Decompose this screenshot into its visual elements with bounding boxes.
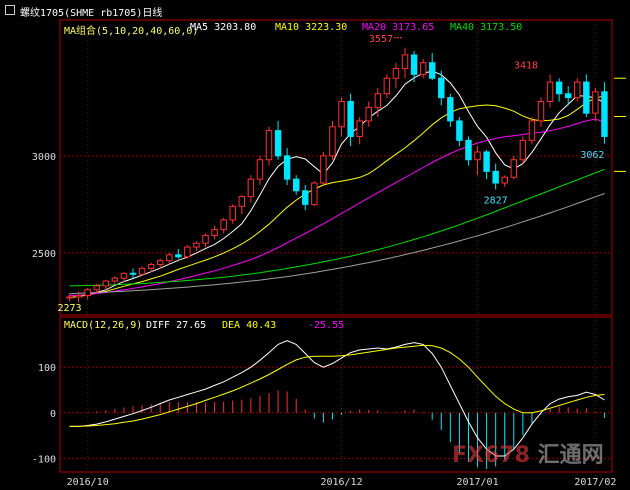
candle-body bbox=[428, 62, 436, 79]
ma20-legend: MA20 3173.65 bbox=[362, 22, 435, 33]
macd-tick-label: -100 bbox=[32, 454, 56, 465]
candle-body bbox=[592, 91, 599, 114]
candle-body bbox=[338, 101, 345, 128]
candle-body bbox=[292, 178, 300, 192]
candle-body bbox=[365, 106, 372, 122]
candle-body bbox=[175, 254, 182, 258]
candle-body bbox=[447, 97, 454, 122]
ma10-legend: MA10 3223.30 bbox=[275, 22, 348, 33]
price-annotation-low: 3062 bbox=[580, 150, 604, 161]
candle-body bbox=[347, 101, 354, 137]
candle-body bbox=[111, 277, 119, 282]
candle-body bbox=[247, 178, 255, 198]
candle-body bbox=[302, 190, 309, 205]
x-tick-label: 2016/12 bbox=[320, 477, 362, 488]
candle-body bbox=[193, 242, 200, 248]
candle-body bbox=[392, 68, 400, 79]
price-annotation-low: 2827 bbox=[484, 195, 508, 206]
ma-line-ma60 bbox=[69, 193, 605, 295]
candle-body bbox=[528, 120, 536, 141]
candle-body bbox=[211, 229, 218, 236]
candle-body bbox=[138, 267, 146, 275]
candle-body bbox=[129, 272, 137, 275]
candle-body bbox=[274, 130, 282, 157]
candle-body bbox=[238, 196, 246, 207]
macd-value-legend: -25.55 bbox=[308, 320, 345, 331]
macd-legend: MACD(12,26,9) bbox=[64, 320, 143, 331]
watermark: FX678 汇通网 bbox=[452, 437, 604, 469]
candle-body bbox=[202, 234, 209, 244]
candle-body bbox=[583, 81, 590, 114]
candle-body bbox=[256, 159, 264, 180]
candle-body bbox=[410, 54, 418, 75]
candle-body bbox=[601, 91, 608, 137]
ma-line-ma5 bbox=[69, 70, 605, 298]
diff-legend: DIFF 27.65 bbox=[146, 320, 207, 331]
price-annotation-high: 3418 bbox=[514, 61, 538, 72]
price-annotation-low: 2273 bbox=[57, 303, 81, 314]
candle-body bbox=[120, 272, 128, 279]
candle-body bbox=[546, 81, 554, 103]
candle-body bbox=[147, 264, 155, 269]
candle-body bbox=[501, 176, 508, 184]
candle-body bbox=[66, 296, 73, 299]
chart-canvas: 2500 3000 -100 0 100 2016/10 2016/12 2017/01 201… bbox=[32, 19, 626, 488]
candle-body bbox=[456, 120, 463, 141]
x-tick-label: 2017/01 bbox=[456, 477, 498, 488]
watermark-sub: 汇通网 bbox=[537, 443, 604, 468]
candle-body bbox=[537, 101, 545, 122]
candle-body bbox=[75, 295, 82, 298]
x-tick-label: 2016/10 bbox=[67, 477, 109, 488]
price-tick-label: 2500 bbox=[32, 249, 56, 260]
candle-body bbox=[166, 254, 173, 262]
candle-body bbox=[510, 159, 518, 178]
macd-tick-label: 0 bbox=[50, 409, 56, 420]
candle-body bbox=[156, 260, 164, 266]
ma-group-legend: MA组合(5,10,20,40,60,0) bbox=[64, 26, 199, 37]
dea-legend: DEA 40.43 bbox=[222, 320, 277, 331]
candle-body bbox=[329, 126, 336, 157]
watermark-brand: FX678 bbox=[452, 443, 530, 468]
candle-body bbox=[184, 246, 191, 258]
candle-body bbox=[311, 182, 318, 205]
candle-body bbox=[102, 280, 110, 287]
candle-body bbox=[220, 219, 227, 231]
candle-body bbox=[320, 155, 327, 184]
candle-body bbox=[84, 289, 91, 297]
candle-body bbox=[419, 62, 427, 75]
candle-body bbox=[438, 77, 445, 99]
x-tick-label: 2017/02 bbox=[574, 477, 616, 488]
candle-body bbox=[374, 93, 382, 108]
candle-body bbox=[401, 54, 409, 70]
candle-body bbox=[465, 139, 472, 161]
ma5-legend: MA5 3203.80 bbox=[190, 22, 257, 33]
candle-body bbox=[555, 81, 563, 95]
macd-line-dea bbox=[69, 344, 605, 427]
price-tick-label: 3000 bbox=[32, 152, 56, 163]
price-annotation-high: 3557 bbox=[369, 34, 393, 45]
candle-body bbox=[356, 120, 363, 137]
candle-body bbox=[564, 93, 572, 99]
candle-body bbox=[383, 77, 391, 95]
candle-body bbox=[574, 81, 581, 99]
candle-body bbox=[265, 130, 273, 161]
candle-body bbox=[229, 205, 236, 221]
macd-tick-label: 100 bbox=[38, 363, 56, 374]
candle-body bbox=[492, 170, 499, 184]
candle-body bbox=[93, 285, 100, 291]
ma40-legend: MA40 3173.50 bbox=[450, 22, 523, 33]
candle-body bbox=[474, 151, 481, 161]
candle-body bbox=[483, 151, 490, 172]
candle-body bbox=[519, 139, 527, 161]
candle-body bbox=[283, 155, 291, 180]
